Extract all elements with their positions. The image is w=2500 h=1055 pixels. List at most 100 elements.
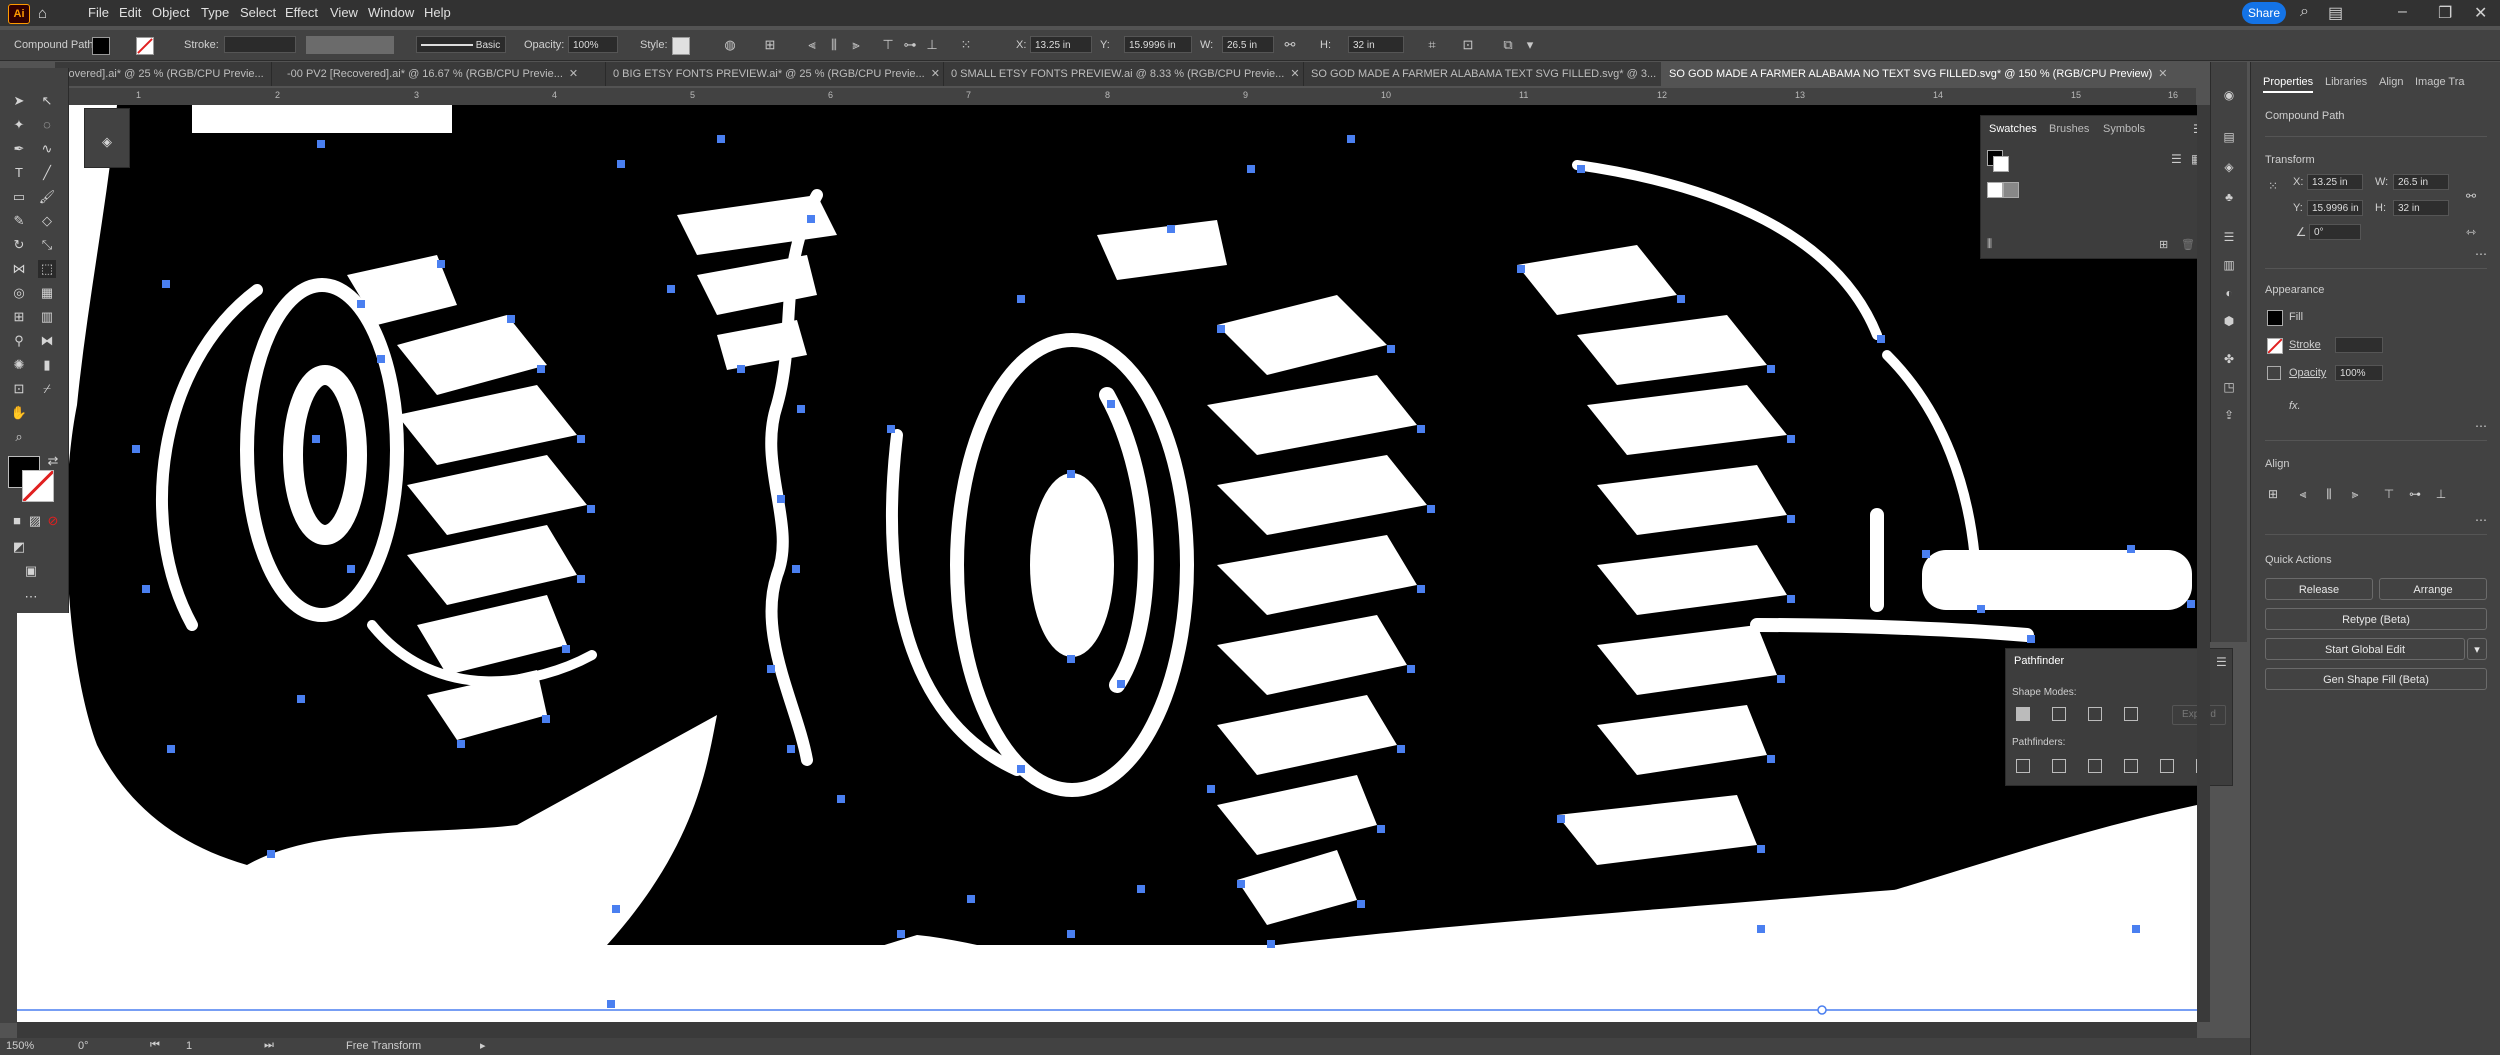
menu-effect[interactable]: Effect	[285, 5, 318, 20]
panel-menu-icon[interactable]: ☰	[2216, 655, 2227, 669]
color-mode-icon[interactable]: ■	[8, 512, 26, 530]
eyedropper-tool-icon[interactable]: ⚲	[10, 332, 28, 350]
libraries-dock-icon[interactable]: ▤	[2221, 130, 2237, 146]
menu-edit[interactable]: Edit	[119, 5, 141, 20]
zoom-level[interactable]: 150%	[6, 1040, 34, 1052]
last-artboard-icon[interactable]: ⏭	[264, 1039, 274, 1052]
direct-selection-tool-icon[interactable]: ↖	[38, 92, 56, 110]
stroke-swatch[interactable]	[136, 37, 154, 55]
align-vcenter-icon[interactable]: ⊶	[902, 37, 918, 53]
magic-wand-tool-icon[interactable]: ✦	[10, 116, 28, 134]
opacity-field[interactable]: 100%	[2335, 365, 2383, 381]
layers-dock-icon[interactable]: ◈	[2221, 160, 2237, 176]
x-field[interactable]: 13.25 in	[2307, 174, 2363, 190]
tab-libraries[interactable]: Libraries	[2325, 76, 2367, 88]
tab-close-icon[interactable]: ✕	[931, 68, 940, 80]
document-tab[interactable]: -00 PV2 [Recovered].ai* @ 16.67 % (RGB/C…	[281, 62, 606, 86]
h-field[interactable]: 32 in	[1348, 36, 1404, 53]
artboard-canvas[interactable]	[17, 105, 2197, 1022]
y-field[interactable]: 15.9996 in	[2307, 200, 2363, 216]
fill-swatch[interactable]	[2267, 310, 2283, 326]
layers-icon[interactable]: ◈	[98, 133, 116, 151]
unite-icon[interactable]	[2016, 707, 2030, 721]
artboard-tool-icon[interactable]: ⊡	[10, 380, 28, 398]
appearance-dock-icon[interactable]: ⬢	[2221, 314, 2237, 330]
gradient-tool-icon[interactable]: ▥	[38, 308, 56, 326]
merge-icon[interactable]	[2088, 759, 2102, 773]
draw-mode-icon[interactable]: ◩	[10, 538, 28, 556]
menu-select[interactable]: Select	[240, 5, 276, 20]
list-view-icon[interactable]: ☰	[2171, 152, 2182, 166]
none-mode-icon[interactable]: ⊘	[44, 512, 62, 530]
w-field[interactable]: 26.5 in	[2393, 174, 2449, 190]
panel-menu-icon[interactable]: ▾	[1522, 37, 1538, 53]
share-button[interactable]: Share	[2242, 2, 2286, 24]
retype-button[interactable]: Retype (Beta)	[2265, 608, 2487, 630]
trim-icon[interactable]	[2052, 759, 2066, 773]
constrain-proportions-icon[interactable]: ⚯	[2463, 188, 2479, 204]
align-to-icon[interactable]: ⊞	[2265, 486, 2281, 502]
x-field[interactable]: 13.25 in	[1030, 36, 1092, 53]
scale-tool-icon[interactable]: ⤡	[38, 236, 56, 254]
type-tool-icon[interactable]: T	[10, 164, 28, 182]
gradient-dock-icon[interactable]: ▥	[2221, 258, 2237, 274]
workspace-icon[interactable]: ▤	[2328, 3, 2343, 23]
more-options-icon[interactable]: ⋯	[2473, 418, 2489, 434]
transparency-dock-icon[interactable]: ◐	[2221, 286, 2237, 302]
stroke-label[interactable]: Stroke	[2289, 339, 2321, 351]
free-transform-tool-icon[interactable]: ⬚	[38, 260, 56, 278]
menu-object[interactable]: Object	[152, 5, 190, 20]
menu-file[interactable]: File	[88, 5, 109, 20]
minus-front-icon[interactable]	[2052, 707, 2066, 721]
new-swatch-icon[interactable]: ⊞	[2159, 238, 2168, 251]
align-bottom-icon[interactable]: ⊥	[2433, 486, 2449, 502]
vertical-scrollbar[interactable]	[2197, 105, 2210, 1022]
tab-close-icon[interactable]: ✕	[270, 68, 271, 80]
gen-shape-fill-button[interactable]: Gen Shape Fill (Beta)	[2265, 668, 2487, 690]
y-field[interactable]: 15.9996 in	[1124, 36, 1192, 53]
status-menu-icon[interactable]: ▸	[480, 1039, 486, 1052]
home-icon[interactable]: ⌂	[38, 5, 47, 22]
rotation-value[interactable]: 0°	[78, 1040, 89, 1052]
stroke-dock-icon[interactable]: ☰	[2221, 230, 2237, 246]
delete-swatch-icon[interactable]: 🗑	[2181, 238, 2195, 251]
swap-colors-icon[interactable]: ⇄	[44, 452, 62, 470]
w-field[interactable]: 26.5 in	[1222, 36, 1274, 53]
pen-tool-icon[interactable]: ✒	[10, 140, 28, 158]
more-options-icon[interactable]: ⋯	[2473, 512, 2489, 528]
symbol-sprayer-tool-icon[interactable]: ✺	[10, 356, 28, 374]
swatch-none[interactable]	[1987, 182, 2003, 198]
align-vcenter-icon[interactable]: ⊶	[2407, 486, 2423, 502]
tab-close-icon[interactable]: ✕	[2158, 68, 2167, 80]
minimize-icon[interactable]: –	[2398, 3, 2407, 21]
angle-field[interactable]: 0°	[2309, 224, 2361, 240]
menu-type[interactable]: Type	[201, 5, 229, 20]
align-bottom-icon[interactable]: ⊥	[924, 37, 940, 53]
intersect-icon[interactable]	[2088, 707, 2102, 721]
first-artboard-icon[interactable]: ⏮	[150, 1039, 160, 1052]
screen-mode-icon[interactable]: ▣	[22, 562, 40, 580]
shaper-tool-icon[interactable]: ✎	[10, 212, 28, 230]
align-left-icon[interactable]: ⫷	[804, 37, 820, 53]
menu-window[interactable]: Window	[368, 5, 414, 20]
align-top-icon[interactable]: ⊤	[2381, 486, 2397, 502]
eraser-tool-icon[interactable]: ◇	[38, 212, 56, 230]
crop-icon[interactable]	[2124, 759, 2138, 773]
curvature-tool-icon[interactable]: ∿	[38, 140, 56, 158]
tab-symbols[interactable]: Symbols	[2103, 123, 2145, 135]
document-tab-active[interactable]: SO GOD MADE A FARMER ALABAMA NO TEXT SVG…	[1661, 62, 2232, 86]
variable-width-field[interactable]	[306, 36, 394, 54]
swatch-libraries-icon[interactable]: ⫼	[1987, 238, 1992, 251]
document-tab[interactable]: covered].ai* @ 25 % (RGB/CPU Previe... ✕	[63, 62, 272, 86]
document-tab[interactable]: 0 BIG ETSY FONTS PREVIEW.ai* @ 25 % (RGB…	[607, 62, 944, 86]
edit-toolbar-icon[interactable]: ⋯	[22, 588, 40, 606]
global-edit-options-button[interactable]: ▾	[2467, 638, 2487, 660]
tab-swatches[interactable]: Swatches	[1989, 123, 2037, 135]
arrange-button[interactable]: Arrange	[2379, 578, 2487, 600]
align-right-icon[interactable]: ⫸	[848, 37, 864, 53]
release-button[interactable]: Release	[2265, 578, 2373, 600]
reference-point-icon[interactable]: ⁙	[958, 37, 974, 53]
blend-tool-icon[interactable]: ⧓	[38, 332, 56, 350]
width-tool-icon[interactable]: ⋈	[10, 260, 28, 278]
line-tool-icon[interactable]: ╱	[38, 164, 56, 182]
